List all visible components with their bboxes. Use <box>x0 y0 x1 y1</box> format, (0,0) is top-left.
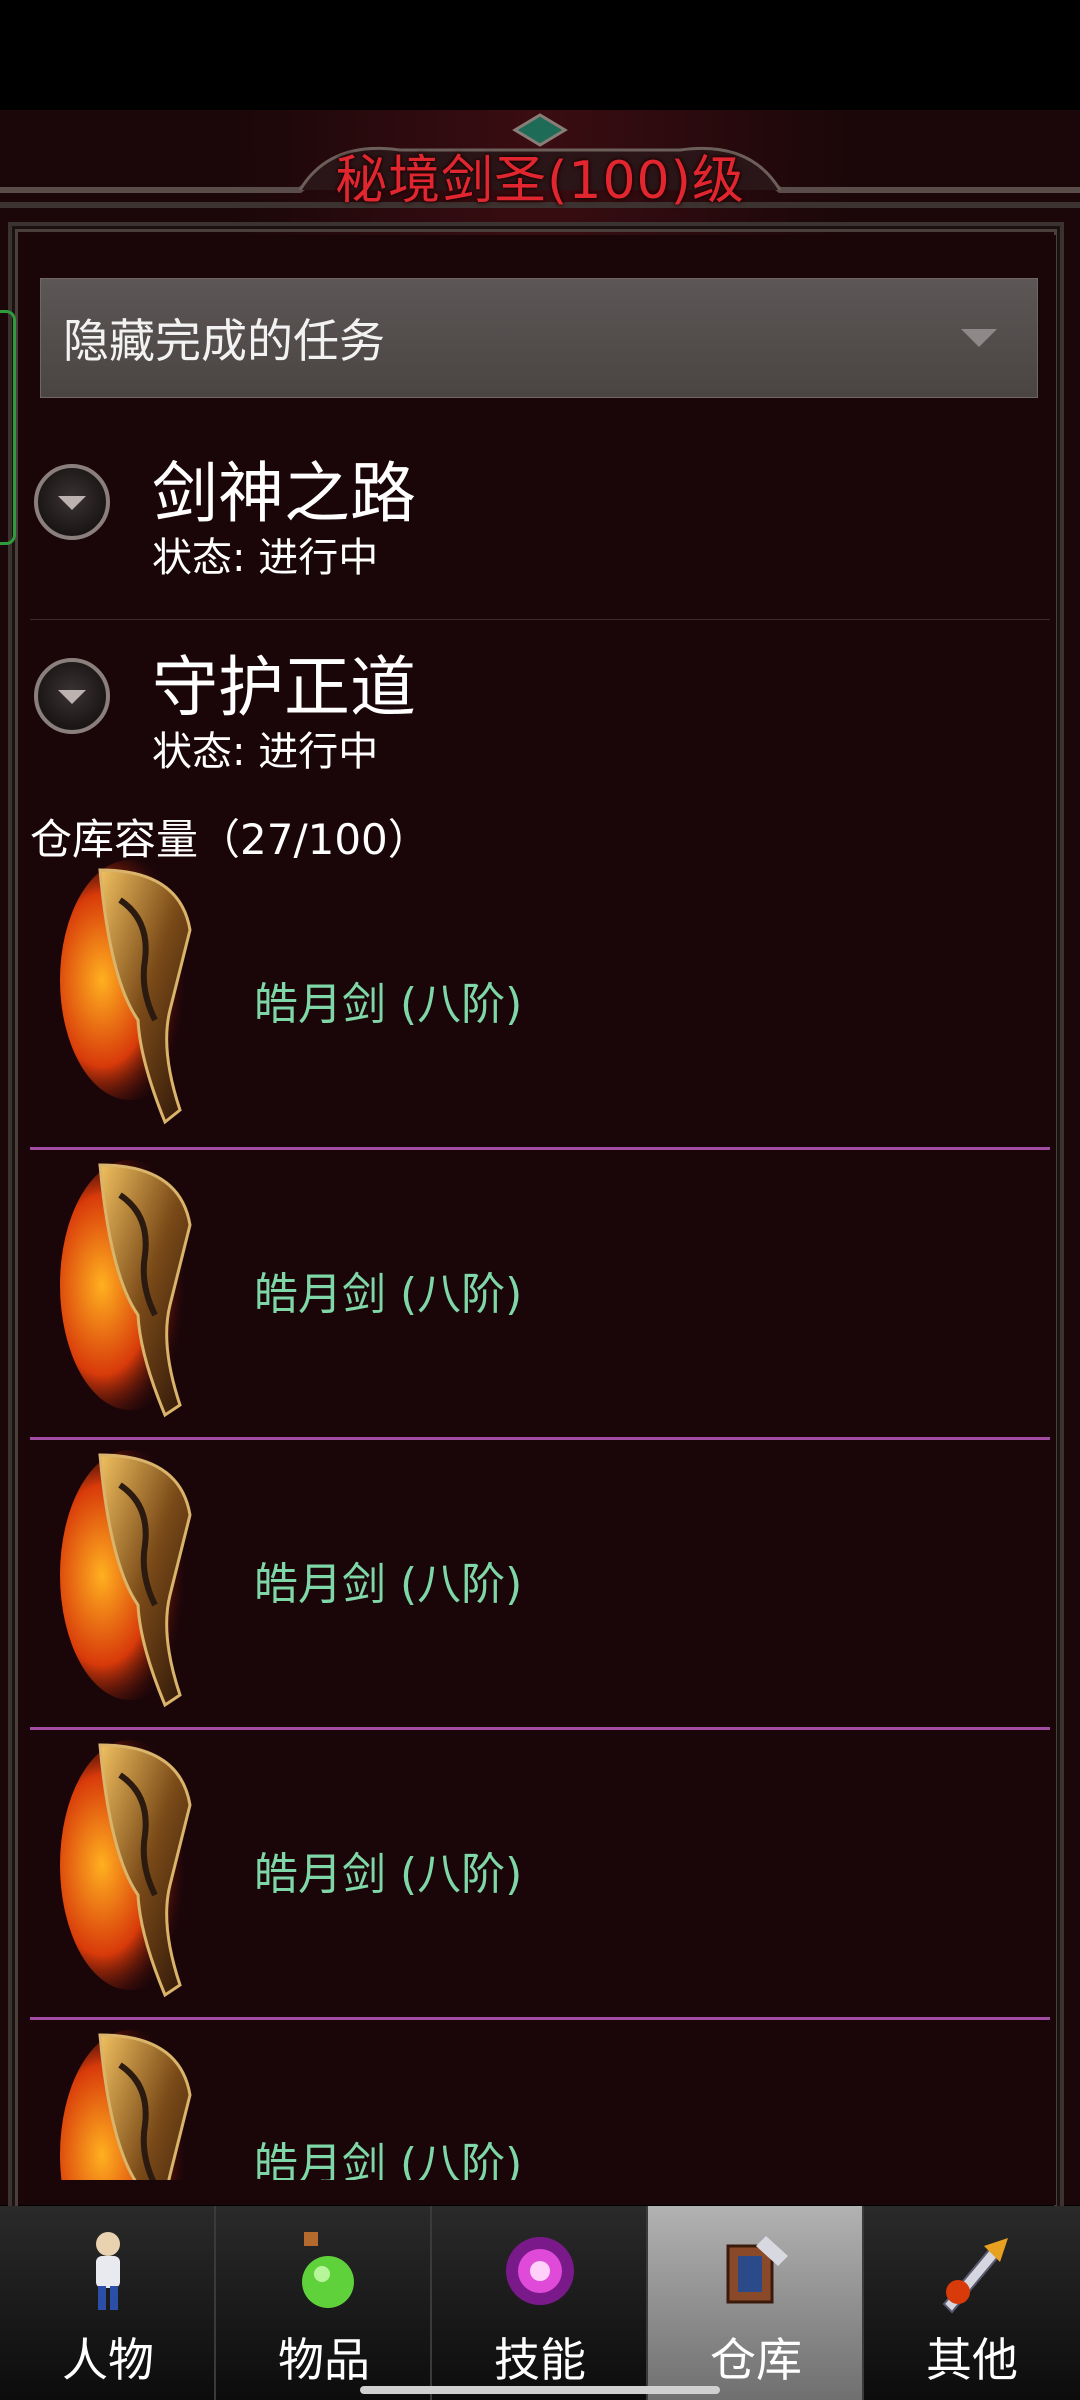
blade-item-icon <box>60 2030 200 2180</box>
expand-toggle-icon[interactable] <box>34 464 110 540</box>
tab-label: 物品 <box>278 2333 370 2387</box>
blade-item-icon <box>60 1450 200 1708</box>
warehouse-capacity: 仓库容量（27/100） <box>30 815 430 864</box>
warehouse-icon <box>726 2236 788 2304</box>
page-title: 秘境剑圣(100)级 <box>335 151 745 211</box>
quest-filter-label: 隐藏完成的任务 <box>63 314 385 368</box>
sword-icon <box>942 2238 1008 2314</box>
status-bar <box>0 0 1080 110</box>
tab-character[interactable]: 人物 <box>0 2206 216 2400</box>
blade-item-icon <box>60 860 200 1125</box>
potion-icon <box>302 2232 354 2308</box>
item-name: 皓月剑 (八阶) <box>254 1269 523 1320</box>
tab-skills[interactable]: 技能 <box>432 2206 648 2400</box>
warehouse-item-list: 皓月剑 (八阶) 皓月剑 (八阶) 皓月剑 (八阶) 皓月剑 (八阶) 皓月剑 … <box>30 860 1050 2180</box>
warehouse-item[interactable]: 皓月剑 (八阶) <box>30 2020 1050 2180</box>
home-indicator[interactable] <box>360 2386 720 2394</box>
warehouse-item[interactable]: 皓月剑 (八阶) <box>30 860 1050 1150</box>
blade-item-icon <box>60 1160 200 1418</box>
item-name: 皓月剑 (八阶) <box>254 2139 523 2180</box>
character-icon <box>96 2232 120 2310</box>
quest-status: 状态: 进行中 <box>152 729 379 775</box>
expand-toggle-icon[interactable] <box>34 658 110 734</box>
tab-label: 仓库 <box>710 2333 802 2387</box>
quest-title: 守护正道 <box>152 649 416 726</box>
tab-items[interactable]: 物品 <box>216 2206 432 2400</box>
blade-item-icon <box>60 1740 200 1998</box>
item-name: 皓月剑 (八阶) <box>254 979 523 1030</box>
item-name: 皓月剑 (八阶) <box>254 1559 523 1610</box>
divider <box>30 619 1050 620</box>
tab-label: 其他 <box>926 2333 1018 2387</box>
tab-warehouse[interactable]: 仓库 <box>648 2206 864 2400</box>
bottom-nav: 人物 物品 技能 仓库 其他 <box>0 2206 1080 2400</box>
chevron-down-icon <box>961 329 997 347</box>
warehouse-item[interactable]: 皓月剑 (八阶) <box>30 1730 1050 2020</box>
quest-item[interactable]: 守护正道 状态: 进行中 <box>30 634 1050 794</box>
quest-status: 状态: 进行中 <box>152 535 379 581</box>
skill-orb-icon <box>506 2237 574 2305</box>
tab-label: 技能 <box>494 2333 586 2387</box>
quest-item[interactable]: 剑神之路 状态: 进行中 <box>30 440 1050 620</box>
item-name: 皓月剑 (八阶) <box>254 1849 523 1900</box>
warehouse-item[interactable]: 皓月剑 (八阶) <box>30 1150 1050 1440</box>
quest-title: 剑神之路 <box>152 455 416 532</box>
tab-label: 人物 <box>62 2333 154 2387</box>
side-tab-handle[interactable] <box>0 310 16 545</box>
tab-other[interactable]: 其他 <box>864 2206 1080 2400</box>
quest-filter-dropdown[interactable]: 隐藏完成的任务 <box>40 278 1038 398</box>
warehouse-item[interactable]: 皓月剑 (八阶) <box>30 1440 1050 1730</box>
